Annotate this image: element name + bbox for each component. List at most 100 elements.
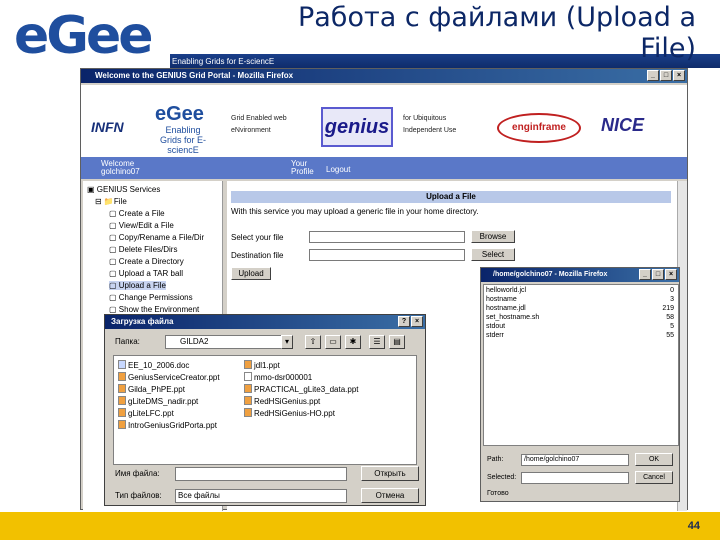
tree-item-label: Create a File [118,209,165,218]
file-item[interactable]: RedHSiGenius-HO.ppt [244,408,335,418]
folder-label: Папка: [115,337,140,346]
browser-title: Welcome to the GENIUS Grid Portal - Mozi… [95,71,294,80]
list-item[interactable]: helloworld.jcl [486,287,526,294]
file-item[interactable]: mmo-dsr000001 [244,372,312,382]
minimize-button[interactable]: _ [647,70,659,81]
file-name: jdl1.ppt [254,361,280,370]
list-item[interactable]: set_hostname.sh [486,314,539,321]
path-input[interactable]: /home/golchino07 [521,454,629,466]
file-item[interactable]: PRACTICAL_gLite3_data.ppt [244,384,359,394]
minimize-button[interactable]: _ [639,269,651,280]
logout-link[interactable]: Logout [326,165,350,174]
tree-item-mkdir[interactable]: ▢ Create a Directory [109,257,184,266]
upload-button[interactable]: Upload [231,267,271,280]
destination-input[interactable] [309,249,465,261]
chevron-down-icon[interactable]: ▾ [281,335,293,349]
open-button[interactable]: Открыть [361,466,419,481]
select-button[interactable]: Select [471,248,515,261]
file-list-title: /home/golchino07 - Mozilla Firefox [493,271,608,278]
close-button[interactable]: × [673,70,685,81]
close-button[interactable]: × [665,269,677,280]
selected-input[interactable] [521,472,629,484]
upload-description: With this service you may upload a gener… [231,207,479,216]
profile-link[interactable]: Your Profile [291,160,314,176]
tree-item-label: Upload a File [118,281,166,290]
maximize-button[interactable]: □ [660,70,672,81]
tree-item-create[interactable]: ▢ Create a File [109,209,165,218]
ppt-icon [244,384,252,393]
tree-item-delete[interactable]: ▢ Delete Files/Dirs [109,245,177,254]
tree-item-label: Upload a TAR ball [118,269,183,278]
filename-label: Имя файла: [115,469,160,478]
list-item[interactable]: stdout [486,323,505,330]
list-item[interactable]: stderr [486,332,504,339]
cancel-button[interactable]: Cancel [635,471,673,484]
ppt-icon [244,396,252,405]
enginframe-logo: enginframe [497,113,581,143]
file-item[interactable]: gLiteLFC.ppt [118,408,174,418]
file-name: PRACTICAL_gLite3_data.ppt [254,385,359,394]
browser-titlebar: Welcome to the GENIUS Grid Portal - Mozi… [81,69,687,83]
cancel-button[interactable]: Отмена [361,488,419,503]
tree-item-upload[interactable]: ▢ Upload a File [109,281,166,290]
tree-item-label: Change Permissions [118,293,193,302]
ppt-icon [118,408,126,417]
folder-select[interactable]: GILDA2 [165,335,293,349]
status-text: Готово [487,490,509,497]
username: golchino07 [101,167,140,176]
path-label: Path: [487,456,504,463]
list-item[interactable]: hostname.jdl [486,305,526,312]
profile-label: Profile [291,167,314,176]
list-item-size: 219 [662,305,674,312]
help-button[interactable]: ? [398,316,410,327]
egee-banner-logo: eGee [155,103,204,125]
filename-input[interactable] [175,467,347,481]
ppt-icon [118,372,126,381]
tree-item-copy[interactable]: ▢ Copy/Rename a File/Dir [109,233,204,242]
file-item[interactable]: gLiteDMS_nadir.ppt [118,396,198,406]
select-file-label: Select your file [231,233,284,242]
file-name: EE_10_2006.doc [128,361,190,370]
file-list: helloworld.jcl 0 hostname 3 hostname.jdl… [483,284,679,446]
new-folder-icon[interactable]: ✱ [345,335,361,349]
file-icon [244,372,252,381]
details-view-icon[interactable]: ▤ [389,335,405,349]
filetype-select[interactable]: Все файлы [175,489,347,503]
file-item[interactable]: RedHSiGenius.ppt [244,396,320,406]
file-item[interactable]: jdl1.ppt [244,360,280,370]
file-item[interactable]: GeniusServiceCreator.ppt [118,372,220,382]
file-name: RedHSiGenius.ppt [254,397,321,406]
tree-item-env[interactable]: ▢ Show the Environment [109,305,199,314]
close-button[interactable]: × [411,316,423,327]
list-view-icon[interactable]: ☰ [369,335,385,349]
page-number: 44 [687,520,700,532]
browse-button[interactable]: Browse [471,230,515,243]
slide-title: Работа с файлами (Upload a File) [256,2,696,64]
file-name: gLiteLFC.ppt [128,409,174,418]
tree-item-view[interactable]: ▢ View/Edit a File [109,221,174,230]
tree-root[interactable]: ▣ GENIUS Services [87,185,160,194]
file-item[interactable]: IntroGeniusGridPorta.ppt [118,420,217,430]
tree-file-folder[interactable]: ⊟ 📁File [95,197,127,206]
maximize-button[interactable]: □ [652,269,664,280]
file-item[interactable]: Gilda_PhPE.ppt [118,384,185,394]
genius-logo: genius [321,107,393,147]
list-item[interactable]: hostname [486,296,517,303]
ok-button[interactable]: OK [635,453,673,466]
dialog-titlebar: Загрузка файла ? × [105,315,425,329]
dialog-title: Загрузка файла [111,317,174,326]
tree-item-label: Show the Environment [118,305,200,314]
tree-item-tar[interactable]: ▢ Upload a TAR ball [109,269,183,278]
select-file-input[interactable] [309,231,465,243]
tree-item-perms[interactable]: ▢ Change Permissions [109,293,193,302]
desktop-icon[interactable]: ▭ [325,335,341,349]
file-item[interactable]: EE_10_2006.doc [118,360,189,370]
ppt-icon [118,420,126,429]
ppt-icon [118,396,126,405]
grid-enabled-text: Grid Enabled web eNvironment [231,115,287,134]
slide-footer [0,512,720,540]
up-folder-icon[interactable]: ⇧ [305,335,321,349]
selected-label: Selected: [487,474,517,481]
ubiquitous-text: for Ubiquitous Independent Use [403,115,457,134]
list-item-size: 55 [666,332,674,339]
